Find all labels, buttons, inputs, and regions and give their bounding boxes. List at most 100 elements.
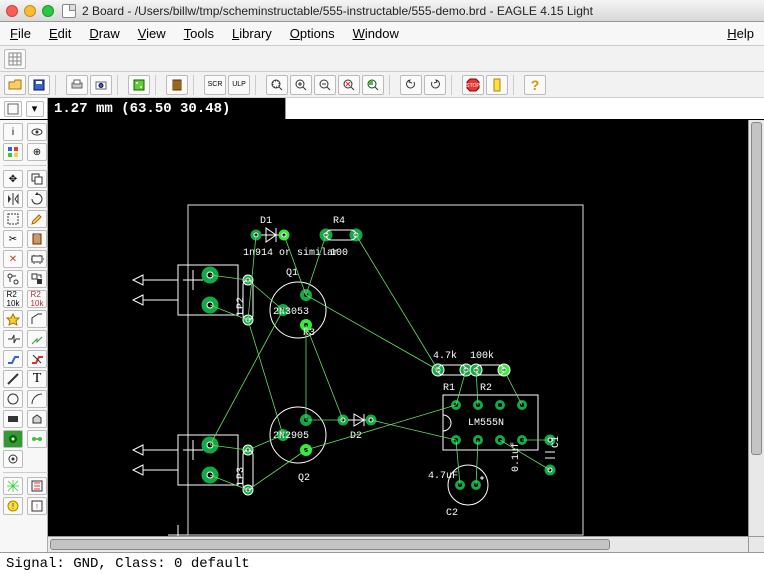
- menu-edit[interactable]: Edit: [49, 26, 71, 41]
- horizontal-scrollbar[interactable]: [48, 536, 748, 552]
- menu-options[interactable]: Options: [290, 26, 335, 41]
- document-icon: [62, 4, 76, 18]
- mark-tool-icon[interactable]: ⊕: [27, 143, 47, 161]
- minimize-button[interactable]: [24, 5, 36, 17]
- optimize-tool-icon[interactable]: [27, 330, 47, 348]
- group-tool-icon[interactable]: [3, 210, 23, 228]
- status-text: Signal: GND, Class: 0 default: [6, 556, 250, 572]
- svg-text:!: !: [12, 502, 14, 511]
- svg-text:!: !: [36, 504, 38, 511]
- redo-icon[interactable]: [424, 75, 446, 95]
- paste-tool-icon[interactable]: [27, 230, 47, 248]
- zoom-button[interactable]: [42, 5, 54, 17]
- zoom-select-icon[interactable]: [362, 75, 384, 95]
- r2-label: R2: [480, 383, 492, 394]
- replace-tool-icon[interactable]: [27, 270, 47, 288]
- circle-tool-icon[interactable]: [3, 390, 23, 408]
- help-icon[interactable]: ?: [524, 75, 546, 95]
- rotate-tool-icon[interactable]: [27, 190, 47, 208]
- vertical-scrollbar[interactable]: [748, 120, 764, 536]
- cut-tool-icon[interactable]: ✂: [3, 230, 23, 248]
- menu-window[interactable]: Window: [353, 26, 399, 41]
- statusbar: Signal: GND, Class: 0 default: [0, 552, 764, 574]
- script-icon[interactable]: SCR: [204, 75, 226, 95]
- text-tool-icon[interactable]: T: [27, 370, 47, 388]
- value-tool-icon[interactable]: R210k: [27, 290, 47, 308]
- toolbar-1: [0, 46, 764, 72]
- c2-value: 4.7uF: [428, 471, 458, 482]
- wire-tool-icon[interactable]: [3, 370, 23, 388]
- close-button[interactable]: [6, 5, 18, 17]
- menu-help[interactable]: Help: [727, 26, 754, 41]
- d1-label: D1: [260, 216, 272, 227]
- auto-tool-icon[interactable]: [27, 477, 47, 495]
- coord-dropdown-icon[interactable]: ▾: [26, 101, 44, 117]
- r1-value: 4.7k: [433, 350, 457, 362]
- delete-tool-icon[interactable]: ✕: [3, 250, 23, 268]
- c1-value: 0.1uf: [510, 442, 522, 472]
- menu-tools[interactable]: Tools: [184, 26, 214, 41]
- ratsnest-tool-icon[interactable]: [3, 477, 23, 495]
- lp3-label: LP3: [236, 467, 247, 485]
- signal-tool-icon[interactable]: [27, 430, 47, 448]
- menu-view[interactable]: View: [138, 26, 166, 41]
- mirror-tool-icon[interactable]: [3, 190, 23, 208]
- display-tool-icon[interactable]: [3, 143, 23, 161]
- info-tool-icon[interactable]: i: [3, 123, 23, 141]
- resize-corner[interactable]: [748, 536, 764, 552]
- open-icon[interactable]: [4, 75, 26, 95]
- board-icon[interactable]: [128, 75, 150, 95]
- zoom-in-icon[interactable]: [290, 75, 312, 95]
- via-tool-icon[interactable]: [3, 430, 23, 448]
- stop-icon[interactable]: STOP: [462, 75, 484, 95]
- command-input[interactable]: [286, 98, 764, 119]
- miter-tool-icon[interactable]: [27, 310, 47, 328]
- cam-icon[interactable]: [90, 75, 112, 95]
- change-tool-icon[interactable]: [27, 210, 47, 228]
- move-tool-icon[interactable]: ✥: [3, 170, 23, 188]
- arc-tool-icon[interactable]: [27, 390, 47, 408]
- window-controls: [6, 5, 54, 17]
- toolbar-2: SCR ULP STOP ?: [0, 72, 764, 98]
- go-icon[interactable]: [486, 75, 508, 95]
- menu-file[interactable]: File: [10, 26, 31, 41]
- ic-label: LM555N: [468, 418, 504, 429]
- q1-label: Q1: [286, 268, 298, 279]
- rect-tool-icon[interactable]: [3, 410, 23, 428]
- zoom-fit-icon[interactable]: [266, 75, 288, 95]
- titlebar: 2 Board - /Users/billw/tmp/scheminstruct…: [0, 0, 764, 22]
- smash-tool-icon[interactable]: [3, 310, 23, 328]
- undo-icon[interactable]: [400, 75, 422, 95]
- run-icon[interactable]: ULP: [228, 75, 250, 95]
- library-icon[interactable]: [166, 75, 188, 95]
- copy-tool-icon[interactable]: [27, 170, 47, 188]
- menu-library[interactable]: Library: [232, 26, 272, 41]
- print-icon[interactable]: [66, 75, 88, 95]
- coord-readout: 1.27 mm (63.50 30.48): [48, 98, 286, 119]
- q1-value: 2N3053: [273, 307, 309, 318]
- c1-label: C1: [551, 436, 562, 448]
- coord-row: ▾ 1.27 mm (63.50 30.48): [0, 98, 764, 120]
- grid-icon[interactable]: [4, 49, 26, 69]
- ripup-tool-icon[interactable]: [27, 350, 47, 368]
- tool-palette: i ⊕ ✥ ✂ ✕ R210k R210k T: [0, 120, 48, 552]
- q2-label: Q2: [298, 473, 310, 484]
- zoom-redraw-icon[interactable]: [338, 75, 360, 95]
- route-tool-icon[interactable]: [3, 350, 23, 368]
- pcb-canvas[interactable]: D1 1n914 or similar R4 100 Q1 2N3053 R3: [48, 120, 764, 552]
- hole-tool-icon[interactable]: [3, 450, 23, 468]
- name-tool-icon[interactable]: R210k: [3, 290, 23, 308]
- split-tool-icon[interactable]: [3, 330, 23, 348]
- menu-draw[interactable]: Draw: [89, 26, 119, 41]
- add-tool-icon[interactable]: [27, 250, 47, 268]
- polygon-tool-icon[interactable]: [27, 410, 47, 428]
- pinswap-tool-icon[interactable]: [3, 270, 23, 288]
- lp2-label: LP2: [236, 297, 247, 315]
- errors-tool-icon[interactable]: !: [27, 497, 47, 515]
- c2-label: C2: [446, 508, 458, 519]
- erc-tool-icon[interactable]: !: [3, 497, 23, 515]
- save-icon[interactable]: [28, 75, 50, 95]
- coord-grid-icon[interactable]: [4, 101, 22, 117]
- show-tool-icon[interactable]: [27, 123, 47, 141]
- zoom-out-icon[interactable]: [314, 75, 336, 95]
